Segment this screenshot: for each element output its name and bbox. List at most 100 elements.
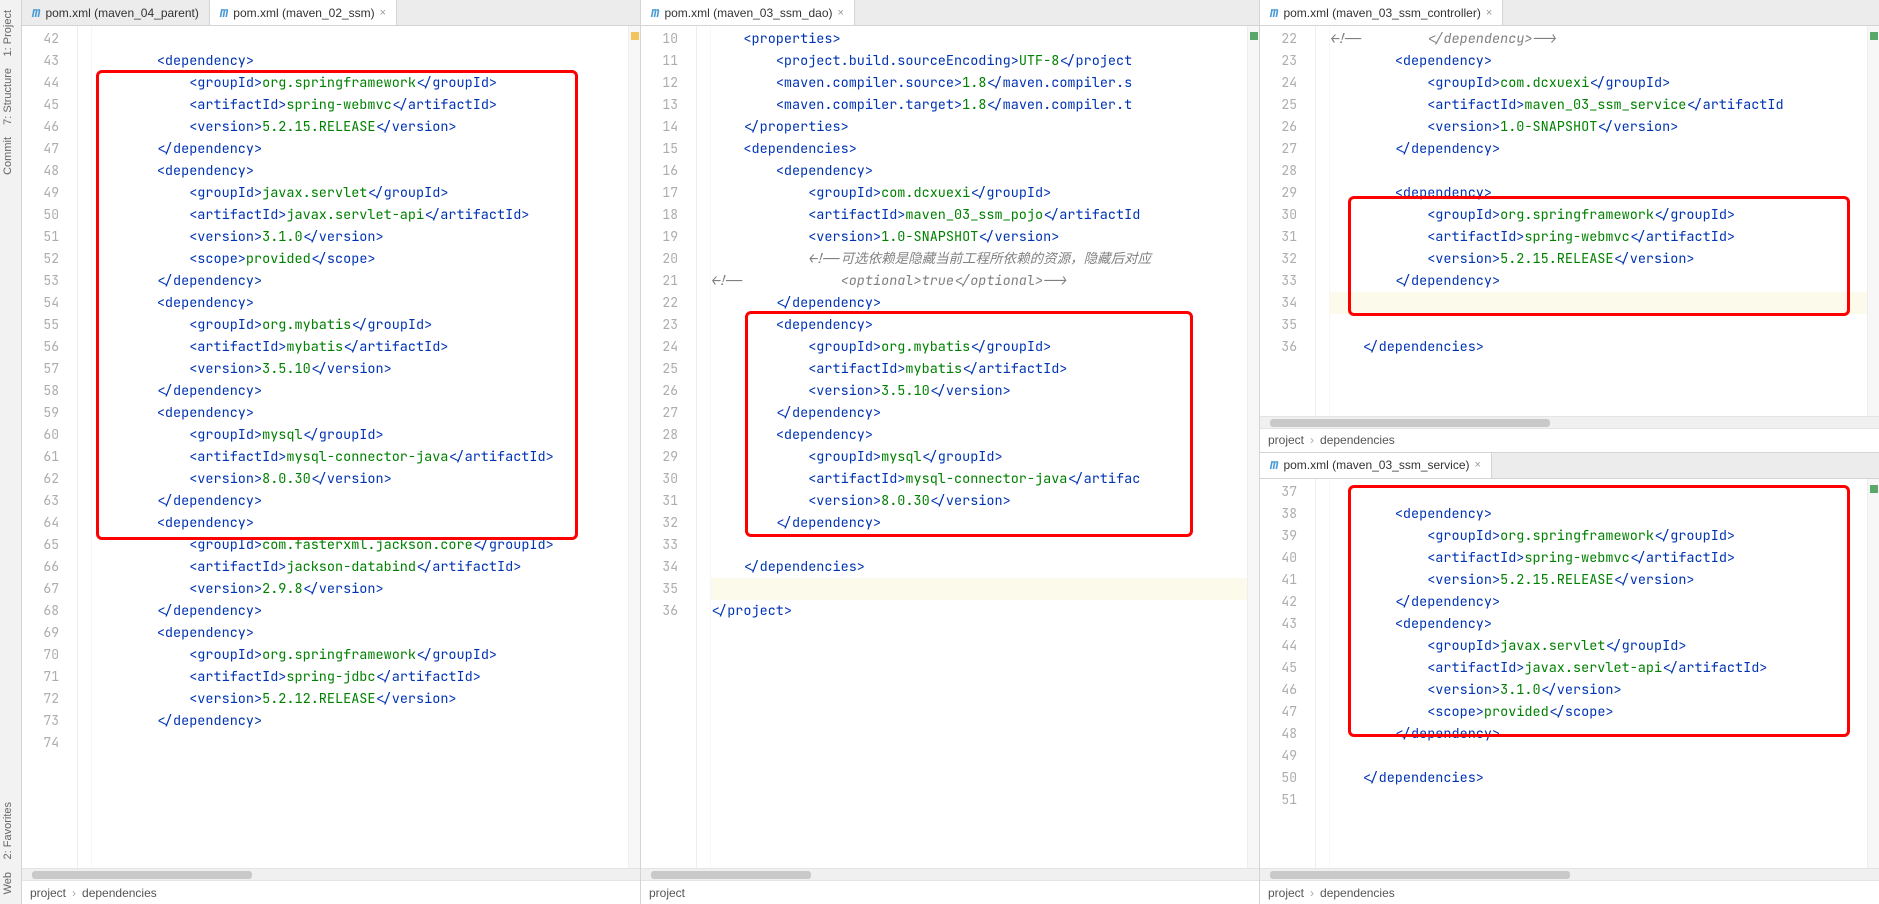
code-line[interactable]: </project> <box>711 600 1247 622</box>
editor-tab[interactable]: m pom.xml (maven_03_ssm_controller) × <box>1260 0 1503 25</box>
code-area[interactable]: <!-- </dependency>--> <dependency> <grou… <box>1330 26 1867 416</box>
code-line[interactable]: <project.build.sourceEncoding>UTF-8</pro… <box>711 50 1247 72</box>
code-line[interactable]: <dependency> <box>1330 50 1867 72</box>
code-line[interactable] <box>92 28 628 50</box>
code-line[interactable]: <dependency> <box>92 622 628 644</box>
editor-tab[interactable]: m pom.xml (maven_03_ssm_dao) × <box>641 0 855 25</box>
code-area[interactable]: <dependency> <groupId>org.springframewor… <box>92 26 628 868</box>
code-line[interactable]: </dependencies> <box>1330 336 1867 358</box>
code-line[interactable]: <version>3.5.10</version> <box>92 358 628 380</box>
code-line[interactable]: <dependency> <box>92 50 628 72</box>
code-line[interactable]: <groupId>org.mybatis</groupId> <box>92 314 628 336</box>
code-line[interactable]: <artifactId>jackson-databind</artifactId… <box>92 556 628 578</box>
code-line[interactable]: <artifactId>spring-jdbc</artifactId> <box>92 666 628 688</box>
code-line[interactable]: <dependency> <box>92 512 628 534</box>
code-line[interactable]: <properties> <box>711 28 1247 50</box>
breadcrumb-item[interactable]: project <box>1268 886 1304 900</box>
scrollbar-thumb[interactable] <box>651 871 811 879</box>
tool-commit[interactable]: Commit <box>0 131 16 181</box>
code-line[interactable]: </properties> <box>711 116 1247 138</box>
code-line[interactable]: <artifactId>maven_03_ssm_service</artifa… <box>1330 94 1867 116</box>
code-line[interactable]: <groupId>org.springframework</groupId> <box>1330 204 1867 226</box>
close-icon[interactable]: × <box>380 7 386 19</box>
code-line[interactable]: </dependencies> <box>1330 767 1867 789</box>
code-line[interactable]: <scope>provided</scope> <box>1330 701 1867 723</box>
code-line[interactable] <box>1330 292 1867 314</box>
breadcrumb-item[interactable]: dependencies <box>82 886 157 900</box>
code-line[interactable]: <groupId>com.dcxuexi</groupId> <box>1330 72 1867 94</box>
horizontal-scrollbar[interactable] <box>641 868 1259 880</box>
code-line[interactable]: <dependency> <box>1330 613 1867 635</box>
code-line[interactable]: <dependency> <box>711 424 1247 446</box>
code-line[interactable] <box>1330 481 1867 503</box>
code-line[interactable]: <version>1.0-SNAPSHOT</version> <box>1330 116 1867 138</box>
code-line[interactable]: <version>8.0.30</version> <box>711 490 1247 512</box>
code-line[interactable]: <dependency> <box>711 160 1247 182</box>
code-line[interactable]: <version>5.2.12.RELEASE</version> <box>92 688 628 710</box>
code-line[interactable]: <maven.compiler.target>1.8</maven.compil… <box>711 94 1247 116</box>
code-line[interactable]: <groupId>org.springframework</groupId> <box>92 644 628 666</box>
editor[interactable]: 4243444546474849505152535455565758596061… <box>22 26 640 868</box>
code-line[interactable]: <groupId>com.fasterxml.jackson.core</gro… <box>92 534 628 556</box>
code-line[interactable]: <version>2.9.8</version> <box>92 578 628 600</box>
code-line[interactable]: <artifactId>javax.servlet-api</artifactI… <box>92 204 628 226</box>
code-line[interactable]: <dependency> <box>711 314 1247 336</box>
code-line[interactable]: <maven.compiler.source>1.8</maven.compil… <box>711 72 1247 94</box>
code-line[interactable] <box>711 534 1247 556</box>
code-line[interactable]: <dependency> <box>92 402 628 424</box>
breadcrumbs[interactable]: project›dependencies <box>22 880 640 904</box>
code-line[interactable] <box>92 732 628 754</box>
horizontal-scrollbar[interactable] <box>1260 416 1879 428</box>
breadcrumb-item[interactable]: project <box>30 886 66 900</box>
editor-tab[interactable]: m pom.xml (maven_03_ssm_service) × <box>1260 453 1492 478</box>
code-line[interactable]: </dependency> <box>92 600 628 622</box>
code-line[interactable]: <artifactId>spring-webmvc</artifactId> <box>92 94 628 116</box>
close-icon[interactable]: × <box>1475 459 1481 471</box>
breadcrumbs[interactable]: project <box>641 880 1259 904</box>
code-line[interactable]: </dependency> <box>92 270 628 292</box>
code-line[interactable]: <dependency> <box>1330 182 1867 204</box>
code-line[interactable] <box>1330 745 1867 767</box>
scrollbar-thumb[interactable] <box>32 871 252 879</box>
code-line[interactable] <box>1330 160 1867 182</box>
code-line[interactable]: </dependency> <box>92 490 628 512</box>
code-line[interactable]: <groupId>org.springframework</groupId> <box>92 72 628 94</box>
scrollbar-thumb[interactable] <box>1270 871 1570 879</box>
code-line[interactable]: </dependency> <box>1330 591 1867 613</box>
tool-favorites[interactable]: 2: Favorites <box>0 796 16 865</box>
code-line[interactable]: </dependency> <box>92 138 628 160</box>
code-line[interactable]: <version>5.2.15.RELEASE</version> <box>1330 569 1867 591</box>
scrollbar-thumb[interactable] <box>1270 419 1550 427</box>
editor[interactable]: 222324252627282930313233343536<!-- </dep… <box>1260 26 1879 416</box>
code-line[interactable]: </dependency> <box>92 380 628 402</box>
code-line[interactable]: <version>3.5.10</version> <box>711 380 1247 402</box>
editor-tab[interactable]: m pom.xml (maven_04_parent) <box>22 0 210 25</box>
code-line[interactable]: <artifactId>mybatis</artifactId> <box>711 358 1247 380</box>
code-line[interactable]: <!-- </dependency>--> <box>1330 28 1867 50</box>
code-line[interactable]: </dependency> <box>711 292 1247 314</box>
code-line[interactable]: <artifactId>javax.servlet-api</artifactI… <box>1330 657 1867 679</box>
code-line[interactable]: <version>5.2.15.RELEASE</version> <box>92 116 628 138</box>
code-line[interactable]: </dependencies> <box>711 556 1247 578</box>
breadcrumbs[interactable]: project›dependencies <box>1260 428 1879 452</box>
horizontal-scrollbar[interactable] <box>22 868 640 880</box>
close-icon[interactable]: × <box>1486 7 1492 19</box>
breadcrumb-item[interactable]: dependencies <box>1320 886 1395 900</box>
code-line[interactable]: <dependency> <box>92 160 628 182</box>
code-line[interactable]: </dependency> <box>711 402 1247 424</box>
code-line[interactable]: <groupId>mysql</groupId> <box>711 446 1247 468</box>
code-line[interactable]: <version>3.1.0</version> <box>92 226 628 248</box>
code-line[interactable]: <artifactId>spring-webmvc</artifactId> <box>1330 226 1867 248</box>
code-line[interactable]: <dependency> <box>92 292 628 314</box>
code-line[interactable]: </dependency> <box>1330 270 1867 292</box>
code-area[interactable]: <dependency> <groupId>org.springframewor… <box>1330 479 1867 869</box>
code-line[interactable]: <artifactId>mysql-connector-java</artifa… <box>711 468 1247 490</box>
code-line[interactable]: <version>3.1.0</version> <box>1330 679 1867 701</box>
tool-web[interactable]: Web <box>0 866 16 900</box>
breadcrumb-item[interactable]: dependencies <box>1320 433 1395 447</box>
code-line[interactable]: <artifactId>mybatis</artifactId> <box>92 336 628 358</box>
code-line[interactable]: <dependency> <box>1330 503 1867 525</box>
breadcrumbs[interactable]: project›dependencies <box>1260 880 1879 904</box>
code-line[interactable]: </dependency> <box>711 512 1247 534</box>
code-line[interactable]: <groupId>org.mybatis</groupId> <box>711 336 1247 358</box>
